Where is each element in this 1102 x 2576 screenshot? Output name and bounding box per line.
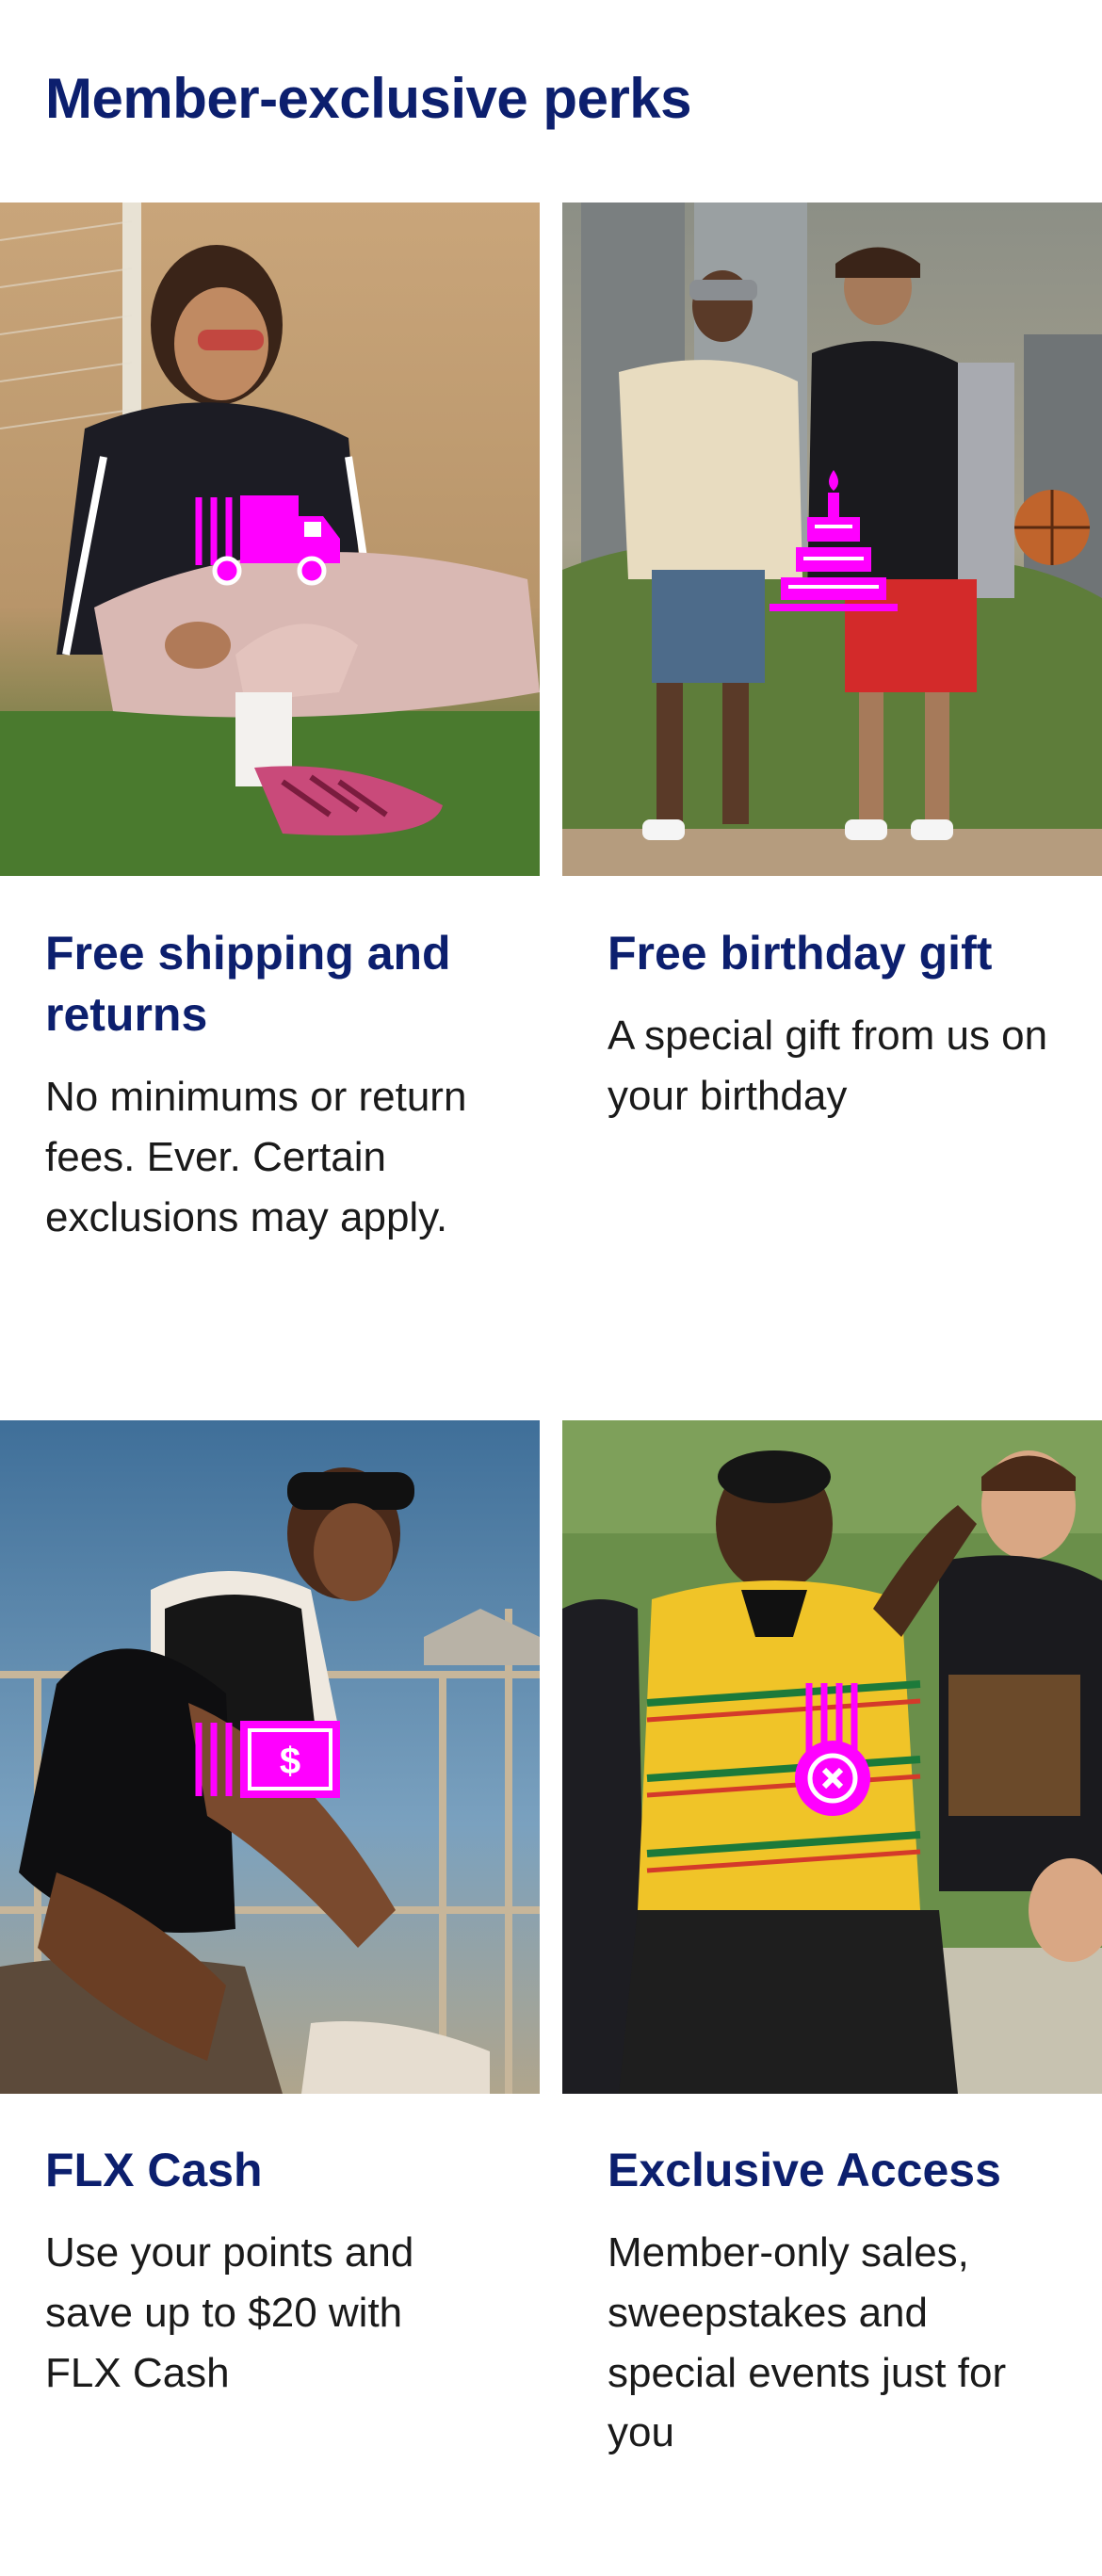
perk-desc-shipping: No minimums or return fees. Ever. Certai… bbox=[45, 1074, 467, 1240]
svg-text:$: $ bbox=[280, 1741, 300, 1782]
page-title: Member-exclusive perks bbox=[45, 67, 692, 130]
perk-title-exclusive-access: Exclusive Access bbox=[608, 2144, 1001, 2196]
perk-title-birthday: Free birthday gift bbox=[608, 927, 993, 980]
perk-title-shipping: Free shipping and returns bbox=[45, 927, 451, 1041]
perk-title-flx-cash: FLX Cash bbox=[45, 2144, 263, 2196]
perk-image-exclusive-access bbox=[562, 1420, 1102, 2094]
perk-desc-birthday: A special gift from us on your birthday bbox=[608, 1013, 1048, 1119]
truck-icon bbox=[195, 495, 340, 586]
perk-desc-flx-cash: Use your points and save up to $20 with … bbox=[45, 2229, 414, 2396]
perk-image-flx-cash: $ bbox=[0, 1420, 540, 2094]
cash-icon: $ bbox=[195, 1721, 340, 1798]
perk-image-birthday bbox=[562, 203, 1102, 876]
perk-image-shipping bbox=[0, 203, 540, 876]
birthday-cake-icon bbox=[770, 470, 898, 611]
access-badge-icon bbox=[795, 1683, 870, 1816]
perk-desc-exclusive-access: Member-only sales, sweepstakes and speci… bbox=[608, 2229, 1007, 2456]
